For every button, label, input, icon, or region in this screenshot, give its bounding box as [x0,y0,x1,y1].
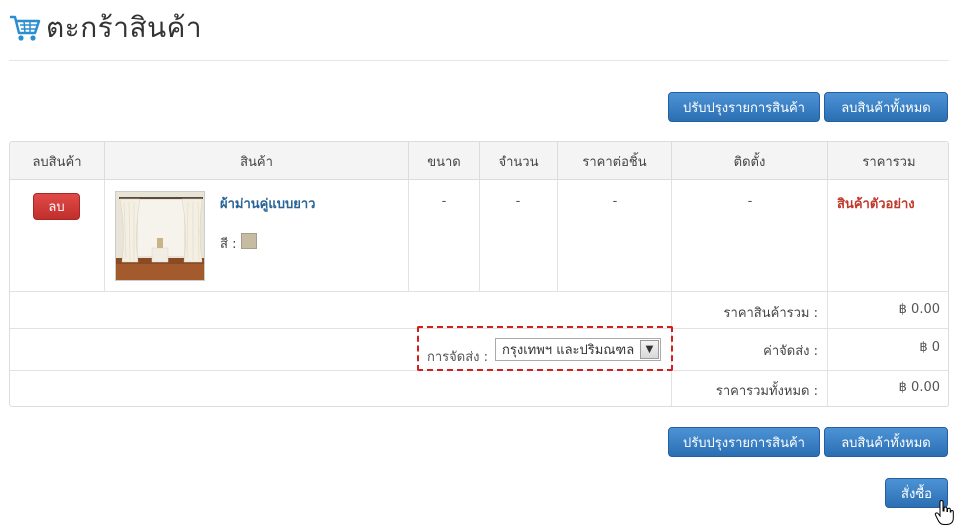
column-header-quantity: จำนวน [480,142,558,180]
page-title: ตะกร้าสินค้า [46,11,203,44]
grid-line [671,180,672,406]
item-unit-price: - [612,194,618,209]
product-thumbnail[interactable] [115,191,205,281]
color-swatch [241,233,257,249]
product-name-link[interactable]: ผ้าม่านคู่แบบยาว [220,193,315,214]
grid-line [557,180,558,291]
delete-item-button[interactable]: ลบ [33,193,80,220]
item-quantity: - [515,194,521,209]
column-header-unit-price: ราคาต่อชิ้น [558,142,672,180]
shipping-method-select[interactable]: กรุงเทพฯ และปริมณฑล ▼ [495,338,661,361]
color-label: สี : [220,237,237,252]
shopping-cart-icon [10,15,41,41]
grid-line [479,180,480,291]
clear-cart-button-top[interactable]: ลบสินค้าทั้งหมด [824,92,948,122]
shipping-selected-value: กรุงเทพฯ และปริมณฑล [502,343,635,358]
shipping-fee-label: ค่าจัดส่ง : [763,344,818,359]
shipping-method-label: การจัดส่ง : [427,350,489,365]
page-header: ตะกร้าสินค้า [8,8,202,48]
grand-total-value: ฿ 0.00 [898,380,940,395]
grand-total-label: ราคารวมทั้งหมด : [715,384,818,399]
hand-cursor-icon [934,500,954,525]
grid-line [104,180,105,291]
column-header-size: ขนาด [409,142,480,180]
item-size: - [441,194,447,209]
column-header-product: สินค้า [105,142,409,180]
grid-line [408,180,409,291]
subtotal-label: ราคาสินค้ารวม : [723,306,818,321]
cart-table: ลบสินค้า สินค้า ขนาด จำนวน ราคาต่อชิ้น ต… [9,141,949,407]
curtain-image [116,192,204,280]
chevron-down-icon[interactable]: ▼ [640,340,659,359]
item-install: - [747,194,753,209]
header-divider [9,60,949,61]
subtotal-value: ฿ 0.00 [898,302,940,317]
column-header-install: ติดตั้ง [672,142,828,180]
clear-cart-button-bottom[interactable]: ลบสินค้าทั้งหมด [824,427,948,457]
column-header-delete: ลบสินค้า [10,142,105,180]
shipping-fee-value: ฿ 0 [919,340,940,355]
grid-line [10,291,948,292]
update-cart-button-bottom[interactable]: ปรับปรุงรายการสินค้า [668,427,820,457]
grid-line [827,180,828,406]
item-total: สินค้าตัวอย่าง [837,197,915,212]
update-cart-button-top[interactable]: ปรับปรุงรายการสินค้า [668,92,820,122]
table-header: ลบสินค้า สินค้า ขนาด จำนวน ราคาต่อชิ้น ต… [10,142,948,180]
column-header-total: ราคารวม [862,154,916,170]
